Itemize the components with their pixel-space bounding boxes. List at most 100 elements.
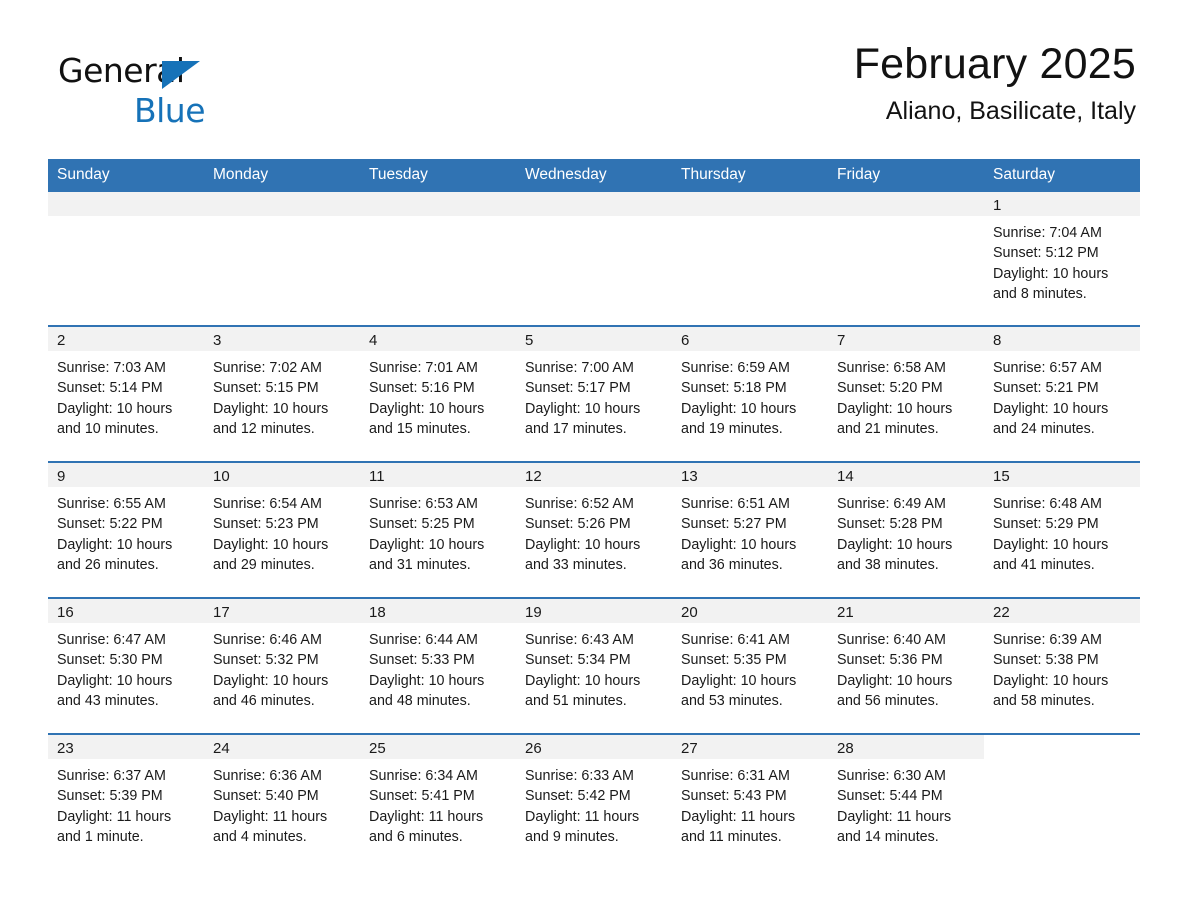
calendar-day-cell[interactable]: 10 Sunrise: 6:54 AM Sunset: 5:23 PM Dayligh… [204,461,360,598]
calendar-day-cell[interactable]: 23 Sunrise: 6:37 AM Sunset: 5:39 PM Dayligh… [48,733,204,869]
day-detail-daylight1: Daylight: 10 hours [57,536,173,553]
calendar-day-cell[interactable]: 25 Sunrise: 6:34 AM Sunset: 5:41 PM Dayligh… [360,733,516,869]
day-cell-content: 6 Sunrise: 6:59 AM Sunset: 5:18 PM Daylight… [672,327,828,461]
day-detail-sunrise: Sunrise: 6:33 AM [525,768,634,784]
calendar-day-cell[interactable] [828,192,984,326]
calendar-day-cell[interactable]: 20 Sunrise: 6:41 AM Sunset: 5:35 PM Dayligh… [672,597,828,734]
calendar-day-cell[interactable]: 8 Sunrise: 6:57 AM Sunset: 5:21 PM Daylight… [984,325,1140,462]
day-detail-sunset: Sunset: 5:29 PM [993,516,1099,533]
calendar-day-cell[interactable]: 3 Sunrise: 7:02 AM Sunset: 5:15 PM Daylight… [204,325,360,462]
day-detail-sunset: Sunset: 5:43 PM [681,788,787,805]
calendar-day-cell[interactable]: 22 Sunrise: 6:39 AM Sunset: 5:38 PM Dayligh… [984,597,1140,734]
calendar-day-cell[interactable]: 16 Sunrise: 6:47 AM Sunset: 5:30 PM Dayligh… [48,597,204,734]
calendar-day-cell[interactable] [672,192,828,326]
day-detail-sunset: Sunset: 5:27 PM [681,516,787,533]
day-detail-sunrise: Sunrise: 6:39 AM [993,632,1102,648]
day-detail-sunset: Sunset: 5:14 PM [57,380,163,397]
calendar-day-cell[interactable]: 2 Sunrise: 7:03 AM Sunset: 5:14 PM Daylight… [48,325,204,462]
calendar-day-cell[interactable]: 5 Sunrise: 7:00 AM Sunset: 5:17 PM Daylight… [516,325,672,462]
day-detail-sunset: Sunset: 5:39 PM [57,788,163,805]
calendar-day-cell[interactable]: 12 Sunrise: 6:52 AM Sunset: 5:26 PM Dayligh… [516,461,672,598]
calendar-day-cell[interactable] [204,192,360,326]
page-title: February 2025 [853,40,1136,88]
day-number: 12 [516,463,672,487]
day-number: 19 [516,599,672,623]
day-detail-sunset: Sunset: 5:36 PM [837,652,943,669]
general-blue-logo[interactable]: General Blue [58,54,318,134]
calendar-day-cell[interactable]: 21 Sunrise: 6:40 AM Sunset: 5:36 PM Dayligh… [828,597,984,734]
day-number: 3 [204,327,360,351]
day-number [48,192,204,216]
day-detail-daylight1: Daylight: 10 hours [525,536,641,553]
day-details [48,216,204,223]
day-details: Sunrise: 6:46 AM Sunset: 5:32 PM Daylight:… [204,623,360,711]
calendar-day-cell[interactable]: 28 Sunrise: 6:30 AM Sunset: 5:44 PM Dayligh… [828,733,984,869]
calendar-day-cell[interactable]: 6 Sunrise: 6:59 AM Sunset: 5:18 PM Daylight… [672,325,828,462]
day-cell-content: 28 Sunrise: 6:30 AM Sunset: 5:44 PM Dayligh… [828,735,984,869]
day-detail-daylight1: Daylight: 10 hours [369,400,485,417]
calendar-day-cell[interactable]: 19 Sunrise: 6:43 AM Sunset: 5:34 PM Dayligh… [516,597,672,734]
day-detail-sunset: Sunset: 5:15 PM [213,380,319,397]
day-detail-sunset: Sunset: 5:21 PM [993,380,1099,397]
day-detail-daylight2: and 11 minutes. [681,828,782,845]
day-detail-daylight2: and 14 minutes. [837,828,939,845]
day-number: 22 [984,599,1140,623]
day-number: 24 [204,735,360,759]
logo-text-general: General [58,54,318,92]
day-detail-daylight1: Daylight: 10 hours [369,672,485,689]
day-detail-sunrise: Sunrise: 6:40 AM [837,632,946,648]
day-number: 18 [360,599,516,623]
calendar-day-cell[interactable]: 15 Sunrise: 6:48 AM Sunset: 5:29 PM Dayligh… [984,461,1140,598]
calendar-day-cell[interactable]: 13 Sunrise: 6:51 AM Sunset: 5:27 PM Dayligh… [672,461,828,598]
calendar-day-cell[interactable] [48,192,204,326]
day-cell-content: 3 Sunrise: 7:02 AM Sunset: 5:15 PM Daylight… [204,327,360,461]
calendar-week-row: 9 Sunrise: 6:55 AM Sunset: 5:22 PM Daylight… [48,461,1140,598]
day-cell-content: 18 Sunrise: 6:44 AM Sunset: 5:33 PM Dayligh… [360,599,516,733]
day-cell-content: 19 Sunrise: 6:43 AM Sunset: 5:34 PM Dayligh… [516,599,672,733]
calendar-day-cell[interactable]: 24 Sunrise: 6:36 AM Sunset: 5:40 PM Dayligh… [204,733,360,869]
blue-triangle-icon [162,61,200,89]
day-detail-daylight2: and 9 minutes. [525,828,619,845]
day-number: 9 [48,463,204,487]
day-detail-daylight1: Daylight: 11 hours [525,808,640,825]
day-details: Sunrise: 6:33 AM Sunset: 5:42 PM Daylight:… [516,759,672,847]
day-cell-content [828,192,984,325]
day-cell-content: 20 Sunrise: 6:41 AM Sunset: 5:35 PM Dayligh… [672,599,828,733]
day-detail-sunset: Sunset: 5:20 PM [837,380,943,397]
calendar-container: Sunday Monday Tuesday Wednesday Thursday… [48,159,1140,869]
calendar-day-cell[interactable]: 14 Sunrise: 6:49 AM Sunset: 5:28 PM Dayligh… [828,461,984,598]
day-detail-sunset: Sunset: 5:41 PM [369,788,475,805]
day-cell-content: 17 Sunrise: 6:46 AM Sunset: 5:32 PM Dayligh… [204,599,360,733]
day-cell-content: 4 Sunrise: 7:01 AM Sunset: 5:16 PM Daylight… [360,327,516,461]
calendar-day-cell[interactable]: 1 Sunrise: 7:04 AM Sunset: 5:12 PM Daylight… [984,192,1140,326]
day-number: 17 [204,599,360,623]
calendar-day-cell[interactable]: 27 Sunrise: 6:31 AM Sunset: 5:43 PM Dayligh… [672,733,828,869]
day-number: 5 [516,327,672,351]
calendar-day-cell[interactable]: 4 Sunrise: 7:01 AM Sunset: 5:16 PM Daylight… [360,325,516,462]
calendar-day-cell[interactable]: 26 Sunrise: 6:33 AM Sunset: 5:42 PM Dayligh… [516,733,672,869]
day-details: Sunrise: 6:44 AM Sunset: 5:33 PM Daylight:… [360,623,516,711]
calendar-day-cell[interactable]: 9 Sunrise: 6:55 AM Sunset: 5:22 PM Daylight… [48,461,204,598]
day-cell-content [204,192,360,325]
day-number [204,192,360,216]
day-number: 16 [48,599,204,623]
calendar-day-cell[interactable]: 17 Sunrise: 6:46 AM Sunset: 5:32 PM Dayligh… [204,597,360,734]
weekday-header-monday: Monday [204,159,360,192]
day-detail-sunrise: Sunrise: 6:51 AM [681,496,790,512]
calendar-header-row: Sunday Monday Tuesday Wednesday Thursday… [48,159,1140,192]
day-detail-sunrise: Sunrise: 7:00 AM [525,360,634,376]
calendar-day-cell[interactable] [984,733,1140,869]
day-cell-content: 23 Sunrise: 6:37 AM Sunset: 5:39 PM Dayligh… [48,735,204,869]
calendar-day-cell[interactable]: 7 Sunrise: 6:58 AM Sunset: 5:20 PM Daylight… [828,325,984,462]
weekday-header-tuesday: Tuesday [360,159,516,192]
calendar-day-cell[interactable] [360,192,516,326]
day-number: 15 [984,463,1140,487]
day-detail-daylight1: Daylight: 10 hours [993,536,1109,553]
day-details: Sunrise: 6:53 AM Sunset: 5:25 PM Daylight:… [360,487,516,575]
calendar-day-cell[interactable]: 18 Sunrise: 6:44 AM Sunset: 5:33 PM Dayligh… [360,597,516,734]
day-detail-sunset: Sunset: 5:32 PM [213,652,319,669]
day-details: Sunrise: 6:58 AM Sunset: 5:20 PM Daylight:… [828,351,984,439]
calendar-day-cell[interactable] [516,192,672,326]
day-detail-daylight1: Daylight: 10 hours [525,672,641,689]
calendar-day-cell[interactable]: 11 Sunrise: 6:53 AM Sunset: 5:25 PM Dayligh… [360,461,516,598]
